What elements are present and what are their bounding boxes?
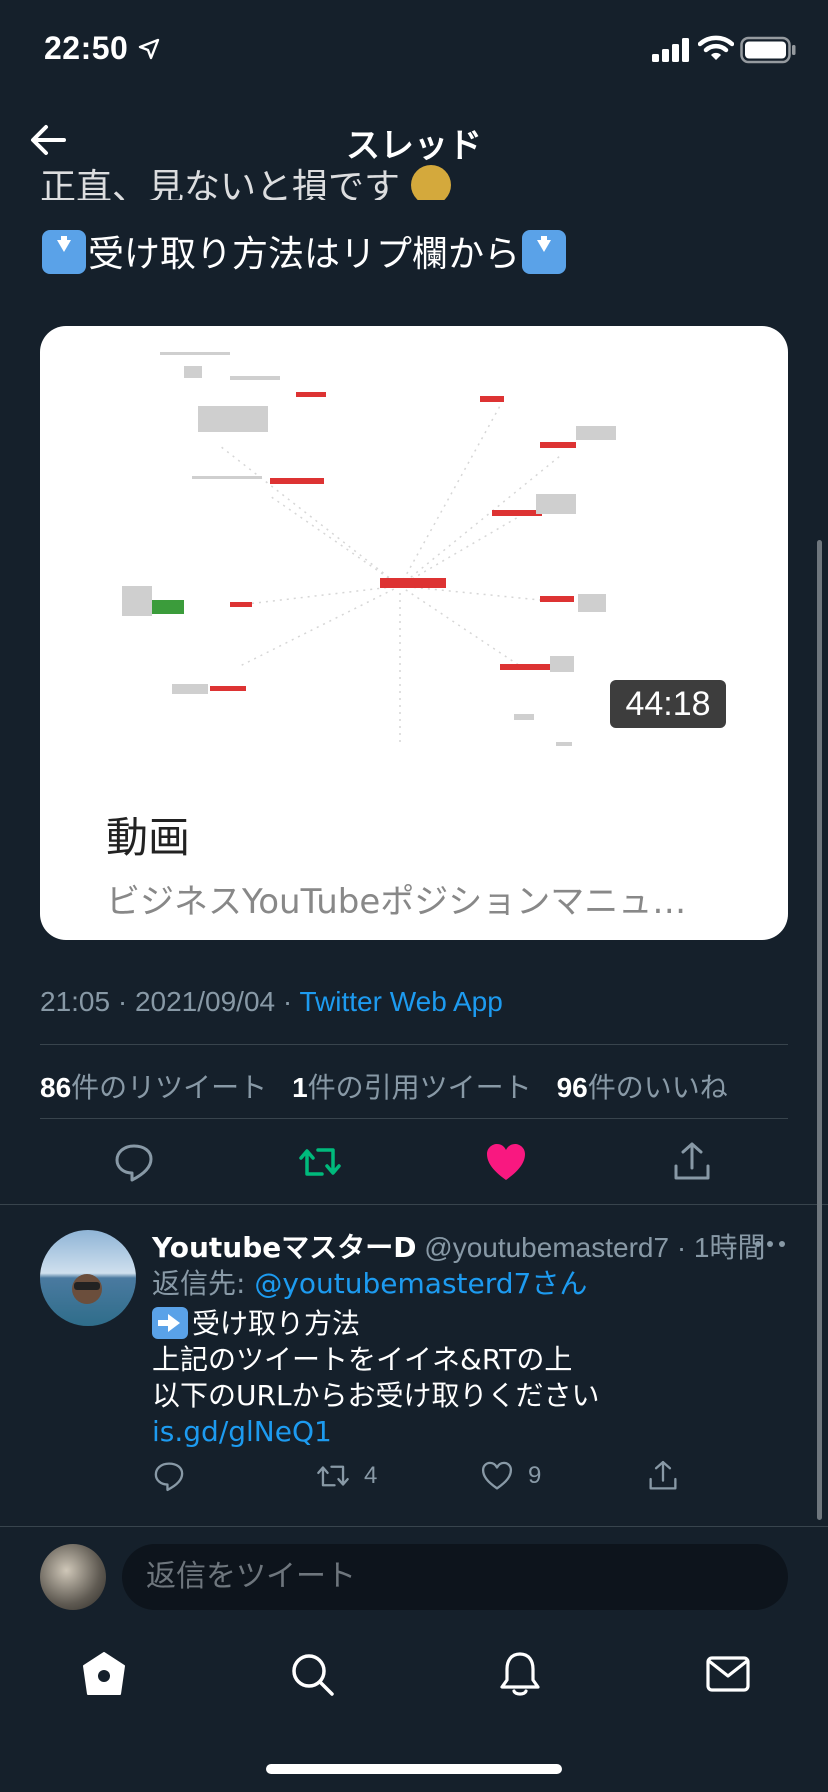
down-arrow-emoji-icon xyxy=(522,230,567,274)
avatar[interactable] xyxy=(40,1230,136,1326)
home-indicator xyxy=(266,1764,562,1774)
signal-icon xyxy=(652,38,689,62)
reply-body-text-2: 上記のツイートをイイネ&RTの上 xyxy=(152,1343,573,1376)
divider xyxy=(0,1204,828,1205)
likes-count: 96 xyxy=(556,1072,588,1103)
reply-icon xyxy=(154,1462,184,1492)
tweet-text-line: 受け取り方法はリプ欄から xyxy=(40,230,568,279)
reply-icon[interactable] xyxy=(112,1140,156,1184)
retweet-icon xyxy=(317,1465,349,1487)
mindmap-thumbnail xyxy=(122,352,616,746)
like-outline-icon xyxy=(481,1461,513,1490)
wifi-icon xyxy=(698,35,734,60)
reply-retweet-count: 4 xyxy=(364,1462,378,1489)
share-icon xyxy=(649,1460,677,1490)
battery-icon xyxy=(740,36,796,64)
messages-icon[interactable] xyxy=(704,1650,752,1698)
quotes-label: 件の引用ツイート xyxy=(307,1071,532,1104)
reply-reply-button[interactable] xyxy=(152,1458,186,1494)
sunglasses-emoji-icon xyxy=(411,165,452,200)
status-time: 22:50 xyxy=(44,30,129,66)
reply-to: 返信先: @youtubemasterd7さん xyxy=(152,1262,587,1302)
retweet-icon[interactable] xyxy=(298,1140,342,1184)
location-arrow-icon xyxy=(138,38,160,60)
reply-author-name[interactable]: YoutubeマスターD xyxy=(152,1231,416,1264)
retweets-label: 件のリツイート xyxy=(71,1071,268,1104)
notifications-icon[interactable] xyxy=(496,1650,544,1698)
reply-to-mention[interactable]: @youtubemasterd7さん xyxy=(254,1267,587,1300)
reply-body-text-1: 受け取り方法 xyxy=(192,1307,361,1340)
video-card[interactable]: 44:18 動画 ビジネスYouTubeポジションマニュ… xyxy=(40,326,788,940)
avatar[interactable] xyxy=(40,1544,106,1610)
divider xyxy=(40,1044,788,1045)
card-description: ビジネスYouTubeポジションマニュ… xyxy=(106,882,687,922)
down-arrow-emoji-icon xyxy=(42,230,86,274)
reply-body-text-3: 以下のURLからお受け取りください xyxy=(152,1379,600,1412)
reply-like-button[interactable]: 9 xyxy=(480,1458,541,1494)
scrollbar[interactable] xyxy=(817,540,822,1520)
home-icon[interactable] xyxy=(80,1650,128,1698)
reply-share-button[interactable] xyxy=(646,1458,680,1494)
card-title: 動画 xyxy=(106,813,191,862)
share-icon[interactable] xyxy=(670,1140,714,1184)
likes-label: 件のいいね xyxy=(587,1071,728,1104)
like-icon[interactable] xyxy=(484,1140,528,1184)
tweet-meta: 21:05 · 2021/09/04 · Twitter Web App xyxy=(40,986,503,1018)
tweet-source-link[interactable]: Twitter Web App xyxy=(299,986,502,1017)
reply-url-link[interactable]: is.gd/glNeQ1 xyxy=(152,1415,332,1448)
reply-author-handle[interactable]: @youtubemasterd7 · 1時間 xyxy=(416,1232,765,1263)
status-bar: 22:50 xyxy=(0,0,828,100)
tweet-text-line: 正直、見ないと損です xyxy=(40,164,452,200)
reply-body-line: 受け取り方法 xyxy=(152,1306,600,1342)
reply-body: 受け取り方法 上記のツイートをイイネ&RTの上 以下のURLからお受け取りくださ… xyxy=(152,1306,600,1450)
divider xyxy=(40,1118,788,1119)
reply-like-count: 9 xyxy=(528,1462,542,1489)
reply-retweet-button[interactable]: 4 xyxy=(316,1458,377,1494)
tweet-text-1: 正直、見ないと損です xyxy=(40,167,401,200)
more-options-icon[interactable] xyxy=(752,1234,788,1254)
reply-input[interactable]: 返信をツイート xyxy=(122,1544,788,1610)
tweet-text-2: 受け取り方法はリプ欄から xyxy=(88,234,521,275)
reply-header: YoutubeマスターD @youtubemasterd7 · 1時間 xyxy=(152,1226,766,1266)
reply-composer: 返信をツイート xyxy=(0,1528,828,1628)
avatar-goggles xyxy=(74,1282,100,1290)
likes-stat[interactable]: 96件のいいね xyxy=(557,1071,728,1104)
quotes-stat[interactable]: 1件の引用ツイート xyxy=(292,1071,532,1104)
divider xyxy=(0,1526,828,1527)
reply-to-prefix: 返信先: xyxy=(152,1267,255,1300)
tweet-stats: 86件のリツイート 1件の引用ツイート 96件のいいね xyxy=(40,1066,744,1106)
quotes-count: 1 xyxy=(292,1072,308,1103)
reply-tweet[interactable]: YoutubeマスターD @youtubemasterd7 · 1時間 返信先:… xyxy=(0,1206,828,1526)
retweets-count: 86 xyxy=(40,1072,72,1103)
retweets-stat[interactable]: 86件のリツイート xyxy=(40,1071,267,1104)
video-duration-badge: 44:18 xyxy=(610,680,726,728)
page-title: スレッド xyxy=(346,126,482,166)
right-arrow-emoji-icon xyxy=(152,1307,188,1339)
tweet-timestamp: 21:05 · 2021/09/04 · xyxy=(40,986,300,1017)
search-icon[interactable] xyxy=(288,1650,336,1698)
